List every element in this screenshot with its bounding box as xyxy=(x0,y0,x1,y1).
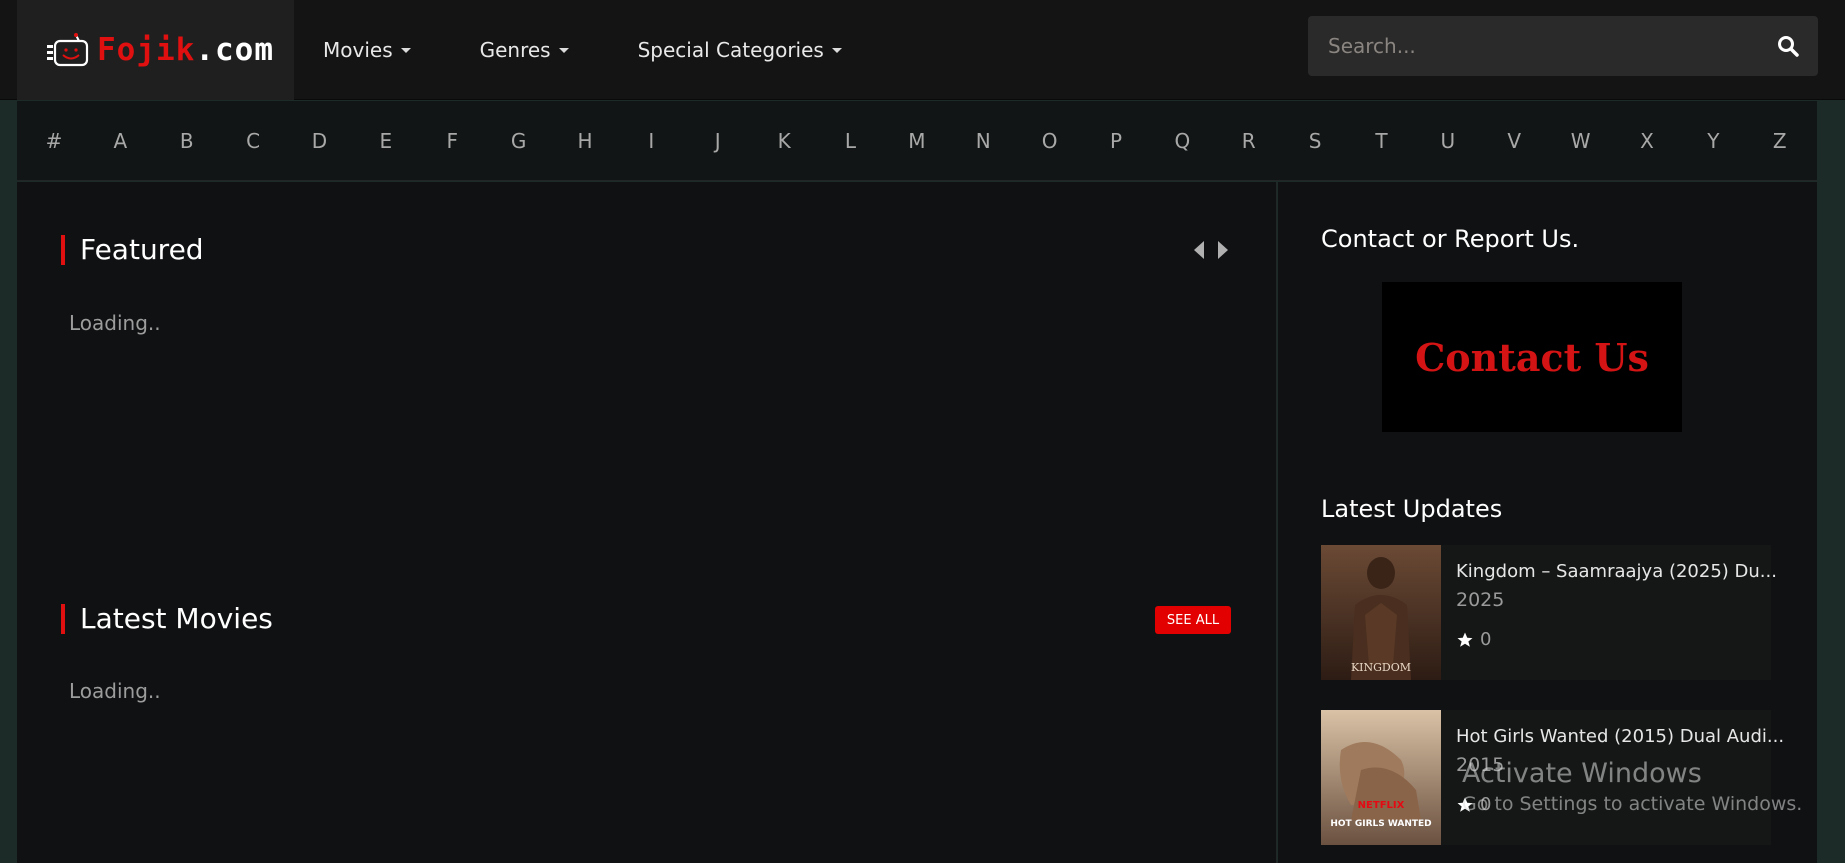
alphabet-letter[interactable]: D xyxy=(310,129,330,153)
alphabet-letter[interactable]: S xyxy=(1305,129,1325,153)
nav-movies[interactable]: Movies xyxy=(323,38,411,62)
featured-title: Featured xyxy=(61,235,204,265)
alphabet-letter[interactable]: M xyxy=(907,129,927,153)
alphabet-letter[interactable]: U xyxy=(1438,129,1458,153)
site-logo[interactable]: Fojik.com xyxy=(17,0,294,100)
arrow-left-icon[interactable] xyxy=(1193,240,1205,260)
alphabet-letter[interactable]: N xyxy=(973,129,993,153)
alphabet-letter[interactable]: O xyxy=(1040,129,1060,153)
nav-genres[interactable]: Genres xyxy=(480,38,569,62)
alphabet-letter[interactable]: V xyxy=(1504,129,1524,153)
alphabet-letter[interactable]: Q xyxy=(1172,129,1192,153)
update-rating: 0 xyxy=(1456,629,1491,650)
alphabet-letter[interactable]: X xyxy=(1637,129,1657,153)
alphabet-letter[interactable]: # xyxy=(44,129,64,153)
star-icon xyxy=(1457,632,1473,647)
see-all-button[interactable]: SEE ALL xyxy=(1155,606,1231,634)
search-bar xyxy=(1308,16,1818,76)
search-icon xyxy=(1778,36,1799,57)
update-title: Kingdom – Saamraajya (2025) Du... xyxy=(1456,561,1777,582)
alphabet-letter[interactable]: R xyxy=(1239,129,1259,153)
poster-thumbnail: KINGDOM xyxy=(1321,545,1441,680)
arrow-right-icon[interactable] xyxy=(1217,240,1229,260)
alphabet-letter[interactable]: J xyxy=(708,129,728,153)
logo-text: Fojik.com xyxy=(97,32,274,68)
alphabet-letter[interactable]: C xyxy=(243,129,263,153)
featured-arrows xyxy=(1193,240,1229,260)
alphabet-filter: # A B C D E F G H I J K L M N O P Q R S T U V W X Y Z xyxy=(17,101,1817,181)
contact-title: Contact or Report Us. xyxy=(1321,225,1580,253)
svg-text:HOT GIRLS WANTED: HOT GIRLS WANTED xyxy=(1330,819,1431,829)
contact-us-banner[interactable]: Contact Us xyxy=(1382,282,1682,432)
alphabet-letter[interactable]: K xyxy=(774,129,794,153)
caret-down-icon xyxy=(558,47,569,53)
latest-movies-loading: Loading.. xyxy=(69,679,161,703)
alphabet-letter[interactable]: I xyxy=(641,129,661,153)
caret-down-icon xyxy=(400,47,411,53)
alphabet-letter[interactable]: T xyxy=(1372,129,1392,153)
alphabet-letter[interactable]: Z xyxy=(1770,129,1790,153)
tv-logo-icon xyxy=(47,33,89,67)
update-item[interactable]: KINGDOM Kingdom – Saamraajya (2025) Du..… xyxy=(1321,545,1777,680)
top-header: Fojik.com Movies Genres Special Categori… xyxy=(0,0,1845,100)
featured-loading: Loading.. xyxy=(69,311,161,335)
nav-special-categories[interactable]: Special Categories xyxy=(638,38,842,62)
alphabet-letter[interactable]: G xyxy=(509,129,529,153)
caret-down-icon xyxy=(831,47,842,53)
contact-banner-text: Contact Us xyxy=(1415,334,1649,380)
alphabet-letter[interactable]: A xyxy=(110,129,130,153)
main-nav: Movies Genres Special Categories xyxy=(294,0,882,100)
search-input[interactable] xyxy=(1308,16,1758,76)
update-year: 2025 xyxy=(1456,589,1505,611)
update-title: Hot Girls Wanted (2015) Dual Audi... xyxy=(1456,726,1785,747)
alphabet-letter[interactable]: Y xyxy=(1703,129,1723,153)
svg-text:KINGDOM: KINGDOM xyxy=(1351,661,1411,674)
main-content: Featured Loading.. Latest Movies SEE ALL… xyxy=(17,182,1277,863)
alphabet-letter[interactable]: L xyxy=(841,129,861,153)
alphabet-letter[interactable]: W xyxy=(1571,129,1591,153)
alphabet-letter[interactable]: P xyxy=(1106,129,1126,153)
alphabet-letter[interactable]: H xyxy=(575,129,595,153)
alphabet-letter[interactable]: B xyxy=(177,129,197,153)
windows-activation-watermark: Activate Windows Go to Settings to activ… xyxy=(1462,758,1803,815)
latest-movies-title: Latest Movies xyxy=(61,604,273,634)
svg-text:NETFLIX: NETFLIX xyxy=(1358,800,1405,811)
alphabet-letter[interactable]: F xyxy=(442,129,462,153)
search-button[interactable] xyxy=(1758,16,1818,76)
latest-updates-title: Latest Updates xyxy=(1321,495,1503,523)
alphabet-letter[interactable]: E xyxy=(376,129,396,153)
poster-thumbnail: NETFLIX HOT GIRLS WANTED xyxy=(1321,710,1441,845)
